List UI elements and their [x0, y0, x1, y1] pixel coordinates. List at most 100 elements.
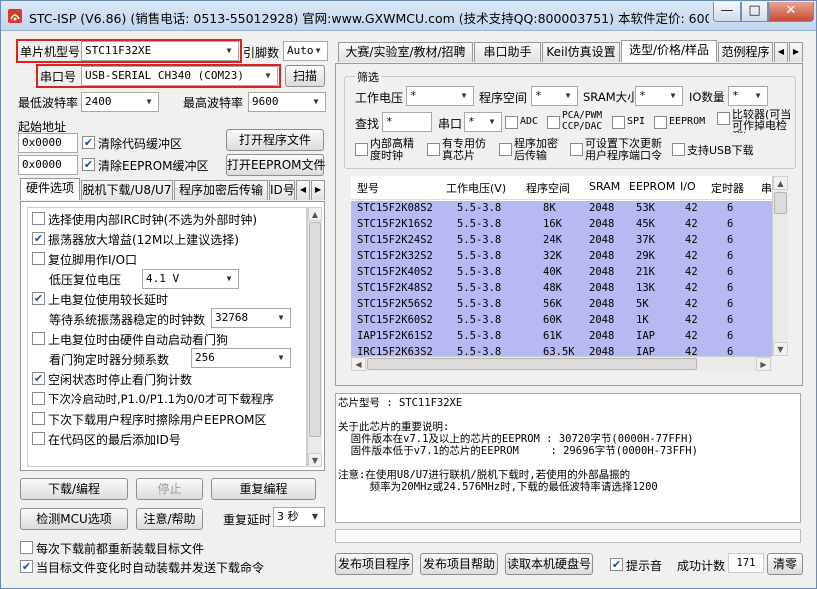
io-count-select[interactable]: * ▼ — [728, 86, 768, 106]
min-baud-select[interactable]: 2400 ▼ — [81, 92, 159, 112]
table-row[interactable]: STC15F2K56S2 5.5-3.8 56K 2048 5K 42 6 — [351, 297, 772, 313]
option-checkbox-3[interactable]: ✔ — [32, 292, 45, 305]
repeat-delay-select[interactable]: 3 秒 ▼ — [273, 507, 325, 527]
table-row[interactable]: STC15F2K08S2 5.5-3.8 8K 2048 53K 42 6 — [351, 201, 772, 217]
minimize-icon[interactable]: — — [713, 2, 741, 22]
col-eeprom[interactable]: EEPROM — [629, 180, 675, 193]
tab-examples[interactable]: 范例程序 — [718, 42, 773, 62]
tab-hardware-options[interactable]: 硬件选项 — [20, 178, 80, 200]
eeprom-address-input[interactable]: 0x0000 — [18, 155, 78, 175]
tab-scroll-right-icon[interactable]: ▶ — [789, 42, 803, 62]
option-checkbox-1[interactable]: ✔ — [32, 232, 45, 245]
option-checkbox-2[interactable] — [32, 252, 45, 265]
scroll-left-icon[interactable]: ◀ — [351, 357, 366, 371]
port-password-checkbox[interactable] — [570, 143, 583, 156]
wdt-prescaler-select[interactable]: 256 ▼ — [191, 348, 291, 368]
scroll-thumb[interactable] — [309, 222, 321, 437]
max-baud-select[interactable]: 9600 ▼ — [248, 92, 326, 112]
col-voltage[interactable]: 工作电压(V) — [446, 180, 506, 196]
table-hscroll[interactable]: ◀ ▶ — [351, 356, 772, 371]
tab-scroll-right-icon[interactable]: ▶ — [311, 180, 325, 200]
uart-select[interactable]: * ▼ — [464, 112, 502, 132]
scroll-up-icon[interactable]: ▲ — [308, 207, 322, 221]
scroll-down-icon[interactable]: ▼ — [308, 453, 322, 467]
find-input[interactable]: * — [382, 112, 432, 132]
lvr-select[interactable]: 4.1 V ▼ — [142, 269, 239, 289]
tab-selection-price[interactable]: 选型/价格/样品 — [621, 40, 717, 62]
col-sram[interactable]: SRAM — [589, 180, 620, 193]
code-address-input[interactable]: 0x0000 — [18, 133, 78, 153]
comparator-checkbox[interactable] — [717, 112, 730, 125]
scroll-right-icon[interactable]: ▶ — [756, 357, 771, 371]
option-checkbox-7[interactable] — [32, 412, 45, 425]
sim-chip-checkbox[interactable] — [427, 143, 440, 156]
scroll-down-icon[interactable]: ▼ — [773, 342, 788, 356]
clear-code-checkbox[interactable]: ✔ — [82, 136, 95, 149]
table-vscroll[interactable]: ▲ ▼ — [772, 176, 788, 356]
scan-button[interactable]: 扫描 — [285, 65, 325, 87]
detect-mcu-button[interactable]: 检测MCU选项 — [20, 508, 128, 530]
voltage-select[interactable]: * ▼ — [406, 86, 474, 106]
table-row[interactable]: STC15F2K40S2 5.5-3.8 40K 2048 21K 42 6 — [351, 265, 772, 281]
options-scrollbar[interactable]: ▲ ▼ — [307, 207, 322, 467]
col-uart[interactable]: 串 — [761, 180, 772, 196]
osc-wait-select[interactable]: 32768 ▼ — [211, 308, 291, 328]
auto-load-checkbox[interactable]: ✔ — [20, 560, 33, 573]
table-row[interactable]: STC15F2K48S2 5.5-3.8 48K 2048 13K 42 6 — [351, 281, 772, 297]
tab-id[interactable]: ID号 — [269, 180, 295, 200]
usb-download-checkbox[interactable] — [672, 143, 685, 156]
scroll-up-icon[interactable]: ▲ — [773, 176, 788, 190]
reload-before-download-checkbox[interactable] — [20, 541, 33, 554]
notice-help-button[interactable]: 注意/帮助 — [136, 508, 203, 530]
mcu-select[interactable]: STC11F32XE ▼ — [81, 41, 239, 61]
option-checkbox-0[interactable] — [32, 212, 45, 225]
col-model[interactable]: 型号 — [357, 180, 379, 196]
stop-button[interactable]: 停止 — [136, 478, 203, 500]
option-checkbox-4[interactable] — [32, 332, 45, 345]
tab-scroll-left-icon[interactable]: ◀ — [774, 42, 788, 62]
hscroll-thumb[interactable] — [367, 358, 697, 370]
tab-scroll-left-icon[interactable]: ◀ — [296, 180, 310, 200]
table-row[interactable]: STC15F2K16S2 5.5-3.8 16K 2048 45K 42 6 — [351, 217, 772, 233]
table-cell: 2048 — [589, 330, 615, 342]
option-checkbox-6[interactable] — [32, 392, 45, 405]
tab-offline-download[interactable]: 脱机下载/U8/U7 — [81, 180, 173, 200]
read-disk-button[interactable]: 读取本机硬盘号 — [505, 553, 593, 575]
pca-checkbox[interactable] — [547, 116, 560, 129]
port-select[interactable]: USB-SERIAL CH340 (COM23) ▼ — [81, 66, 278, 86]
irc-checkbox[interactable] — [355, 143, 368, 156]
download-program-button[interactable]: 下载/编程 — [20, 478, 128, 500]
adc-checkbox[interactable] — [505, 116, 518, 129]
table-row[interactable]: STC15F2K24S2 5.5-3.8 24K 2048 37K 42 6 — [351, 233, 772, 249]
sram-select[interactable]: * ▼ — [635, 86, 683, 106]
open-program-button[interactable]: 打开程序文件 — [226, 129, 324, 151]
table-row[interactable]: IAP15F2K61S2 5.5-3.8 61K 2048 IAP 42 6 — [351, 329, 772, 345]
scroll-thumb[interactable] — [774, 192, 787, 214]
tab-serial-assistant[interactable]: 串口助手 — [474, 42, 541, 62]
close-icon[interactable]: ✕ — [768, 2, 814, 22]
pin-count-select[interactable]: Auto ▼ — [283, 41, 328, 61]
option-checkbox-8[interactable] — [32, 432, 45, 445]
option-checkbox-5[interactable]: ✔ — [32, 372, 45, 385]
sound-checkbox[interactable]: ✔ — [610, 558, 623, 571]
prog-space-select[interactable]: * ▼ — [531, 86, 578, 106]
publish-help-button[interactable]: 发布项目帮助 — [420, 553, 498, 575]
clear-count-button[interactable]: 清零 — [767, 553, 803, 575]
clear-eeprom-checkbox[interactable]: ✔ — [82, 158, 95, 171]
eeprom-checkbox[interactable] — [654, 116, 667, 129]
col-io[interactable]: I/O — [680, 180, 696, 193]
col-timer[interactable]: 定时器 — [711, 180, 744, 196]
tab-encrypted-transfer[interactable]: 程序加密后传输 — [174, 180, 268, 200]
open-eeprom-button[interactable]: 打开EEPROM文件 — [226, 154, 326, 176]
repeat-program-button[interactable]: 重复编程 — [211, 478, 316, 500]
encrypt-checkbox[interactable] — [499, 143, 512, 156]
tab-keil-sim[interactable]: Keil仿真设置 — [542, 42, 620, 62]
tab-contest-lab[interactable]: 大赛/实验室/教材/招聘 — [338, 42, 473, 62]
table-row[interactable]: STC15F2K60S2 5.5-3.8 60K 2048 1K 42 6 — [351, 313, 772, 329]
table-row[interactable]: STC15F2K32S2 5.5-3.8 32K 2048 29K 42 6 — [351, 249, 772, 265]
spi-checkbox[interactable] — [612, 116, 625, 129]
col-prog-space[interactable]: 程序空间 — [526, 180, 570, 196]
table-row[interactable]: IRC15F2K63S2 5.5-3.8 63.5K 2048 IAP 42 6 — [351, 345, 772, 356]
maximize-icon[interactable]: □ — [741, 2, 768, 22]
publish-project-button[interactable]: 发布项目程序 — [335, 553, 413, 575]
